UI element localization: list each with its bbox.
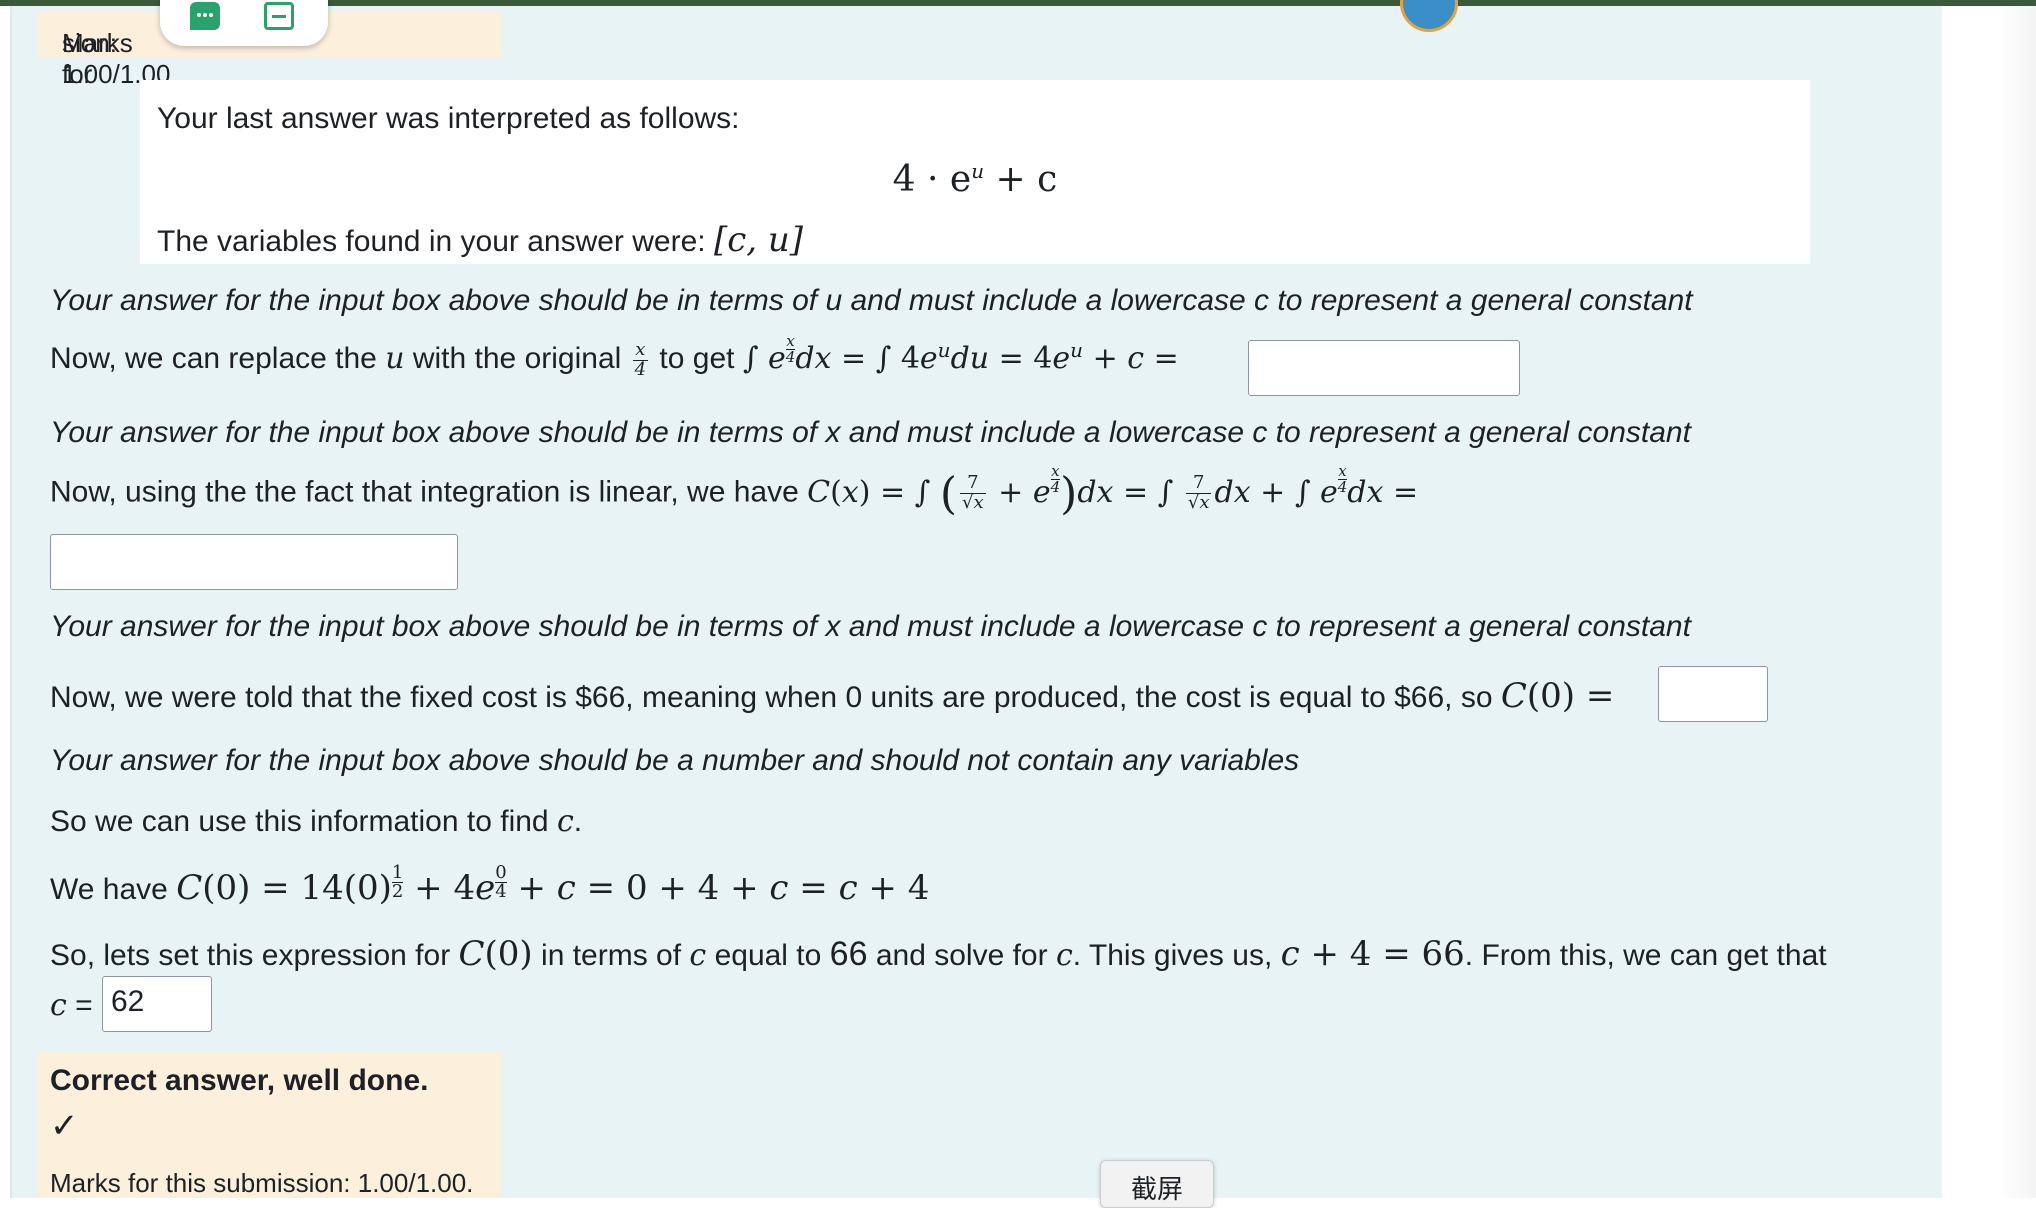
- hint-terms-u: Your answer for the input box above shou…: [50, 284, 1693, 317]
- x-integral-answer-input[interactable]: [50, 534, 458, 590]
- screenshot-button[interactable]: 截屏: [1100, 1160, 1214, 1208]
- step-solve-c: So, lets set this expression for C(0) in…: [50, 934, 1827, 974]
- step-fixed-cost: Now, we were told that the fixed cost is…: [50, 676, 1615, 716]
- answer-interpretation-box: Your last answer was interpreted as foll…: [140, 80, 1810, 264]
- hint-number: Your answer for the input box above shou…: [50, 744, 1300, 777]
- step-evaluate-c0: We have C(0) = 14(0) 1 2 + 4e 0 4 + c = 0 + …: [50, 862, 930, 909]
- c-equals-label: c =: [50, 988, 93, 1023]
- u-substitution-answer-input[interactable]: [1248, 340, 1520, 396]
- variables-list: [c, u]: [713, 220, 804, 260]
- chat-icon[interactable]: [190, 2, 220, 30]
- marks-for-submission: Marks for this submission: 1.00/1.00.: [50, 1168, 474, 1198]
- correct-answer-message: Correct answer, well done.: [50, 1064, 429, 1097]
- c0-answer-input[interactable]: [1658, 666, 1768, 722]
- interpreted-expression: 4 · eu + c: [892, 159, 1058, 200]
- hint-terms-x-2: Your answer for the input box above shou…: [50, 610, 1691, 643]
- c-answer-input[interactable]: 62: [102, 976, 212, 1032]
- feedback-box: Correct answer, well done. ✓ Marks for t…: [38, 1052, 502, 1198]
- floating-toolbar: [160, 0, 328, 46]
- folder-icon[interactable]: [264, 2, 294, 30]
- content-border: [10, 6, 12, 1198]
- check-icon: ✓: [50, 1107, 79, 1145]
- hint-terms-x-1: Your answer for the input box above shou…: [50, 416, 1691, 449]
- interpretation-intro: Your last answer was interpreted as foll…: [157, 102, 740, 135]
- step-linear-integration: Now, using the the fact that integration…: [50, 462, 1419, 520]
- variables-found: The variables found in your answer were:…: [157, 220, 804, 260]
- step-use-info: So we can use this information to find c…: [50, 804, 583, 839]
- step-replace-u: Now, we can replace the u with the origi…: [50, 332, 1179, 380]
- page-margin: [1942, 6, 2036, 1198]
